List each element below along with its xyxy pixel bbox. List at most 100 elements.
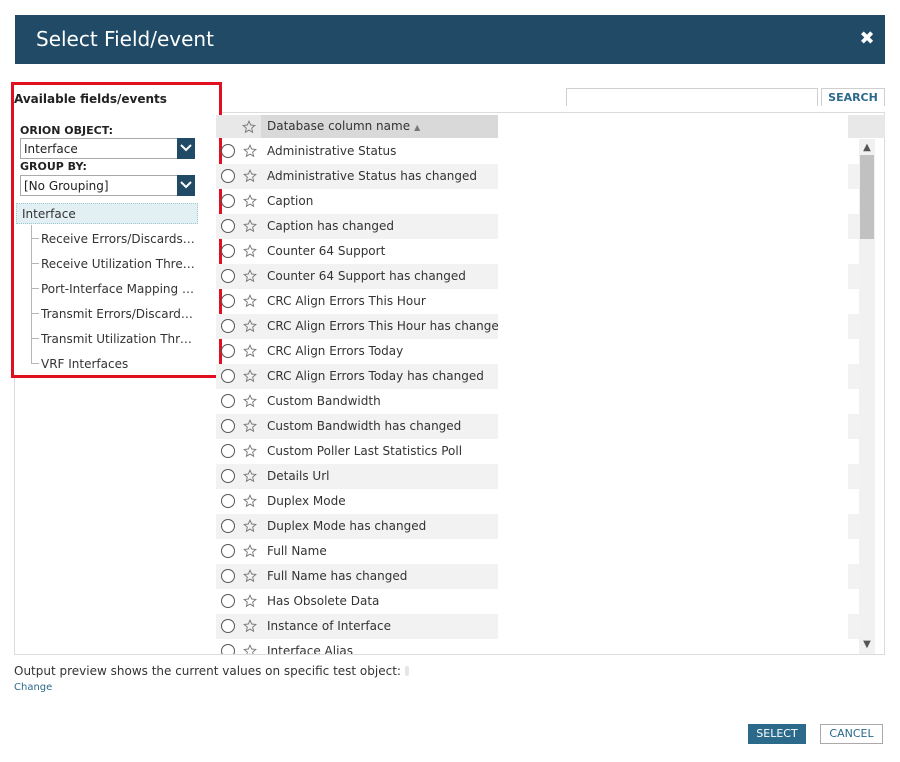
star-icon[interactable] xyxy=(243,593,257,612)
column-header-name[interactable]: Database column name ▲ xyxy=(261,115,498,138)
row-radio-button[interactable] xyxy=(221,569,235,583)
row-radio-button[interactable] xyxy=(221,144,235,158)
field-row[interactable]: Caption has changed xyxy=(216,214,498,239)
star-icon[interactable] xyxy=(243,518,257,537)
star-icon[interactable] xyxy=(243,543,257,562)
row-radio-button[interactable] xyxy=(221,619,235,633)
field-name: Administrative Status has changed xyxy=(267,169,478,183)
row-stripe xyxy=(848,614,859,639)
field-row[interactable]: Duplex Mode xyxy=(216,489,498,514)
star-icon[interactable] xyxy=(243,643,257,654)
row-radio-button[interactable] xyxy=(221,319,235,333)
star-icon[interactable] xyxy=(243,568,257,587)
field-row[interactable]: Custom Bandwidth xyxy=(216,389,498,414)
search-button[interactable]: SEARCH xyxy=(821,88,885,106)
chevron-down-icon[interactable] xyxy=(177,175,195,196)
row-radio-button[interactable] xyxy=(221,444,235,458)
tree-item[interactable]: Receive Utilization Thres... xyxy=(41,257,196,271)
scrollbar[interactable]: ▲ ▼ xyxy=(859,139,875,654)
row-radio-button[interactable] xyxy=(221,419,235,433)
select-button[interactable]: SELECT xyxy=(748,724,806,744)
scroll-thumb[interactable] xyxy=(860,155,874,239)
field-row[interactable]: Administrative Status xyxy=(216,139,498,164)
field-row[interactable]: Details Url xyxy=(216,464,498,489)
field-row[interactable]: CRC Align Errors Today has changed xyxy=(216,364,498,389)
row-radio-button[interactable] xyxy=(221,194,235,208)
row-stripe xyxy=(848,439,859,464)
field-row[interactable]: Administrative Status has changed xyxy=(216,164,498,189)
column-header-label: Database column name xyxy=(267,119,411,133)
row-radio-button[interactable] xyxy=(221,244,235,258)
tree-item[interactable]: Port-Interface Mapping o... xyxy=(41,282,196,296)
field-name: Duplex Mode has changed xyxy=(267,519,427,533)
star-icon[interactable] xyxy=(243,368,257,387)
star-icon[interactable] xyxy=(243,343,257,362)
row-stripe xyxy=(848,164,859,189)
star-icon[interactable] xyxy=(243,393,257,412)
row-radio-button[interactable] xyxy=(221,169,235,183)
row-radio-button[interactable] xyxy=(221,219,235,233)
close-icon[interactable]: ✖ xyxy=(859,30,875,48)
group-by-select[interactable]: [No Grouping] xyxy=(20,175,195,196)
dialog-title-bar: Select Field/event ✖ xyxy=(15,15,885,64)
orion-object-select[interactable]: Interface xyxy=(20,138,195,159)
row-radio-button[interactable] xyxy=(221,294,235,308)
star-icon[interactable] xyxy=(243,168,257,187)
row-radio-button[interactable] xyxy=(221,394,235,408)
tree-item[interactable]: VRF Interfaces xyxy=(41,357,196,371)
scroll-up-icon[interactable]: ▲ xyxy=(859,141,875,155)
tree-root-interface[interactable]: Interface xyxy=(16,203,198,224)
row-radio-button[interactable] xyxy=(221,469,235,483)
field-name: Caption xyxy=(267,194,314,208)
field-row[interactable]: Interface Alias xyxy=(216,639,498,654)
star-icon[interactable] xyxy=(243,143,257,162)
field-row[interactable]: Caption xyxy=(216,189,498,214)
row-radio-button[interactable] xyxy=(221,644,235,654)
tree-item[interactable]: Transmit Errors/Discards... xyxy=(41,307,196,321)
star-icon[interactable] xyxy=(242,119,256,138)
field-row[interactable]: Instance of Interface xyxy=(216,614,498,639)
row-radio-button[interactable] xyxy=(221,344,235,358)
field-name: CRC Align Errors Today xyxy=(267,344,404,358)
field-row[interactable]: Duplex Mode has changed xyxy=(216,514,498,539)
change-link[interactable]: Change xyxy=(14,682,52,693)
tree-item[interactable]: Transmit Utilization Thre... xyxy=(41,332,196,346)
star-icon[interactable] xyxy=(243,268,257,287)
field-row[interactable]: Counter 64 Support xyxy=(216,239,498,264)
row-stripe xyxy=(848,389,859,414)
field-row[interactable]: CRC Align Errors Today xyxy=(216,339,498,364)
star-icon[interactable] xyxy=(243,293,257,312)
field-row[interactable]: Has Obsolete Data xyxy=(216,589,498,614)
row-stripe xyxy=(848,589,859,614)
field-row[interactable]: CRC Align Errors This Hour has changed xyxy=(216,314,498,339)
star-icon[interactable] xyxy=(243,443,257,462)
field-row[interactable]: Custom Poller Last Statistics Poll xyxy=(216,439,498,464)
row-radio-button[interactable] xyxy=(221,269,235,283)
tree-connector xyxy=(31,264,39,289)
field-row[interactable]: Custom Bandwidth has changed xyxy=(216,414,498,439)
row-radio-button[interactable] xyxy=(221,494,235,508)
star-icon[interactable] xyxy=(243,193,257,212)
scroll-down-icon[interactable]: ▼ xyxy=(859,638,875,652)
star-icon[interactable] xyxy=(243,243,257,262)
field-name: CRC Align Errors This Hour xyxy=(267,294,426,308)
row-radio-button[interactable] xyxy=(221,594,235,608)
row-radio-button[interactable] xyxy=(221,544,235,558)
row-stripe xyxy=(848,639,859,654)
row-radio-button[interactable] xyxy=(221,369,235,383)
row-radio-button[interactable] xyxy=(221,519,235,533)
star-icon[interactable] xyxy=(243,218,257,237)
field-row[interactable]: Full Name has changed xyxy=(216,564,498,589)
star-icon[interactable] xyxy=(243,618,257,637)
field-row[interactable]: Counter 64 Support has changed xyxy=(216,264,498,289)
star-icon[interactable] xyxy=(243,468,257,487)
chevron-down-icon[interactable] xyxy=(177,138,195,159)
tree-item[interactable]: Receive Errors/Discards T... xyxy=(41,232,196,246)
cancel-button[interactable]: CANCEL xyxy=(820,724,883,744)
search-input[interactable] xyxy=(566,88,818,106)
field-row[interactable]: Full Name xyxy=(216,539,498,564)
field-row[interactable]: CRC Align Errors This Hour xyxy=(216,289,498,314)
star-icon[interactable] xyxy=(243,493,257,512)
star-icon[interactable] xyxy=(243,418,257,437)
star-icon[interactable] xyxy=(243,318,257,337)
